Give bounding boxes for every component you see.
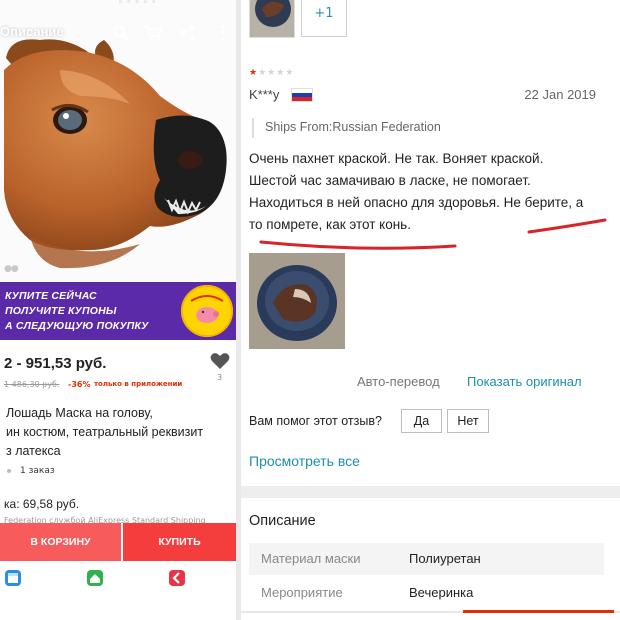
product-title-line-2: ин костюм, театральный реквизит [6,425,204,439]
flag-russia-icon [291,88,313,102]
search-icon[interactable] [112,24,130,42]
cart-icon[interactable] [144,24,162,42]
show-original-link[interactable]: Показать оригинал [467,374,582,389]
helpful-question: Вам помог этот отзыв? [249,414,382,428]
spec-key: Мероприятие [261,585,343,600]
back-icon[interactable] [168,569,186,587]
see-all-reviews-link[interactable]: Просмотреть все [249,453,360,469]
reviewer-name: K***y [249,87,280,102]
review-text-line-3: Находиться в ней опасно для здоровья. Не… [249,195,584,210]
promo-badge [181,285,233,337]
review-text-line-4: то помрете, как этот конь. [249,217,411,232]
star-icon-filled: ★ [249,68,259,78]
review-text-line-1: Очень пахнет краской. Не так. Воняет кра… [249,151,544,166]
review-thumbnail-image [250,0,294,37]
helpful-no-button[interactable]: Нет [447,409,489,433]
quote-bar [252,118,254,138]
section-divider [241,486,620,498]
spec-row: Материал маски Полиуретан [249,543,604,575]
more-photos-button[interactable]: +1 [301,0,347,37]
promo-line-3: А СЛЕДУЮЩУЮ ПОКУПКУ [5,320,149,332]
star-rating: ★★★★★ [249,68,294,78]
auto-translate-label: Авто-перевод [357,374,440,389]
spec-row: Мероприятие Вечеринка [249,577,604,609]
review-text-line-2: Шестой час замачиваю в ласке, не помогае… [249,173,531,188]
old-price: 1 486,30 руб. [4,380,60,389]
product-title-line-1: Лошадь Маска на голову, [6,406,153,420]
promo-line-2: ПОЛУЧИТЕ КУПОНЫ [5,305,117,317]
bottom-nav [0,561,236,594]
piggy-bank-icon [181,285,233,337]
buy-button[interactable]: КУПИТЬ [123,523,236,561]
star-icon-empty: ★ [285,68,295,78]
review-photo-image [249,253,345,349]
review-photo[interactable] [249,253,345,349]
app-only-label: только в приложении [94,380,183,388]
top-bar: ◦◦◦◦◦ Описание [0,0,236,48]
orders-bullet [7,469,11,473]
wishlist-count: 3 [217,373,223,382]
add-to-cart-button[interactable]: В КОРЗИНУ [0,523,121,561]
ships-from: Ships From:Russian Federation [265,120,441,134]
store-icon[interactable] [4,569,22,587]
discount-badge: -36% [68,380,91,389]
star-icon-empty: ★ [267,68,277,78]
spec-key: Материал маски [261,551,361,566]
image-pager-dots: ●● [4,264,19,274]
product-title-line-3: з латекса [6,444,61,458]
promo-line-1: КУПИТЕ СЕЙЧАС [5,290,97,302]
orders-count: 1 заказ [20,466,55,476]
more-icon[interactable] [214,24,232,42]
product-page: ◦◦◦◦◦ Описание ●● КУПИТЕ СЕЙЧАС ПОЛУЧИТЕ… [0,0,236,620]
helpful-yes-button[interactable]: Да [401,409,442,433]
page-title: Описание [0,24,64,39]
spec-value: Полиуретан [409,551,481,566]
bottom-active-indicator [463,610,614,613]
share-icon[interactable] [178,24,196,42]
promo-banner[interactable]: КУПИТЕ СЕЙЧАС ПОЛУЧИТЕ КУПОНЫ А СЛЕДУЮЩУ… [0,282,236,340]
status-bar-icons: ◦◦◦◦◦ [118,0,160,8]
home-icon[interactable] [86,569,104,587]
star-icon-empty: ★ [276,68,286,78]
review-date: 22 Jan 2019 [524,87,596,102]
review-page: +1 ★★★★★ K***y 22 Jan 2019 Ships From:Ru… [241,0,620,620]
review-thumbnail[interactable] [249,0,295,38]
description-heading: Описание [249,513,316,529]
spec-value: Вечеринка [409,585,474,600]
star-icon-empty: ★ [258,68,268,78]
price: 2 - 951,53 руб. [4,355,107,372]
shipping-cost[interactable]: ка: 69,58 руб. [4,497,79,511]
heart-icon[interactable] [210,352,230,370]
